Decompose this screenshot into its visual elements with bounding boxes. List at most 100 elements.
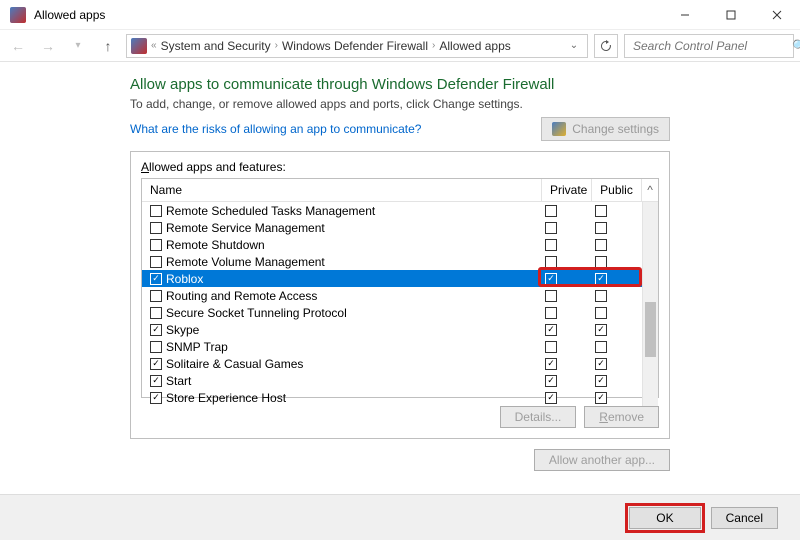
breadcrumb[interactable]: « System and Security › Windows Defender… xyxy=(126,34,588,58)
enable-checkbox[interactable] xyxy=(150,358,162,370)
column-name[interactable]: Name xyxy=(142,179,542,202)
public-checkbox[interactable] xyxy=(595,341,607,353)
app-name: Secure Socket Tunneling Protocol xyxy=(166,306,347,320)
app-name: Remote Volume Management xyxy=(166,255,325,269)
search-box[interactable]: 🔍 xyxy=(624,34,794,58)
enable-checkbox[interactable] xyxy=(150,307,162,319)
chevron-left-icon: « xyxy=(151,40,157,51)
enable-checkbox[interactable] xyxy=(150,290,162,302)
public-checkbox[interactable] xyxy=(595,273,607,285)
breadcrumb-segment[interactable]: Allowed apps xyxy=(439,39,510,53)
search-icon: 🔍 xyxy=(792,39,800,53)
enable-checkbox[interactable] xyxy=(150,273,162,285)
private-checkbox[interactable] xyxy=(545,256,557,268)
scroll-thumb[interactable] xyxy=(645,302,656,357)
public-checkbox[interactable] xyxy=(595,239,607,251)
breadcrumb-dropdown-icon[interactable]: ⌄ xyxy=(565,40,583,51)
public-checkbox[interactable] xyxy=(595,375,607,387)
minimize-button[interactable] xyxy=(662,0,708,30)
public-checkbox[interactable] xyxy=(595,205,607,217)
chevron-right-icon: › xyxy=(275,40,278,51)
details-button[interactable]: Details... xyxy=(500,406,577,428)
enable-checkbox[interactable] xyxy=(150,239,162,251)
table-row[interactable]: Solitaire & Casual Games xyxy=(142,355,642,372)
apps-table: Name Private Public ^ Remote Scheduled T… xyxy=(141,178,659,398)
public-checkbox[interactable] xyxy=(595,324,607,336)
cancel-button[interactable]: Cancel xyxy=(711,507,778,529)
private-checkbox[interactable] xyxy=(545,358,557,370)
allow-another-app-button[interactable]: Allow another app... xyxy=(534,449,670,471)
app-name: Routing and Remote Access xyxy=(166,289,317,303)
column-public[interactable]: Public xyxy=(592,179,642,202)
refresh-button[interactable] xyxy=(594,34,618,58)
private-checkbox[interactable] xyxy=(545,392,557,404)
table-row[interactable]: Routing and Remote Access xyxy=(142,287,642,304)
page-subtext: To add, change, or remove allowed apps a… xyxy=(130,97,670,111)
private-checkbox[interactable] xyxy=(545,375,557,387)
public-checkbox[interactable] xyxy=(595,256,607,268)
enable-checkbox[interactable] xyxy=(150,205,162,217)
column-private[interactable]: Private xyxy=(542,179,592,202)
app-name: Remote Shutdown xyxy=(166,238,265,252)
enable-checkbox[interactable] xyxy=(150,392,162,404)
recent-dropdown-icon[interactable]: ▾ xyxy=(66,34,90,58)
private-checkbox[interactable] xyxy=(545,205,557,217)
table-row[interactable]: Skype xyxy=(142,321,642,338)
table-row[interactable]: Remote Shutdown xyxy=(142,236,642,253)
breadcrumb-segment[interactable]: Windows Defender Firewall xyxy=(282,39,428,53)
scrollbar[interactable] xyxy=(642,202,658,406)
change-settings-label: Change settings xyxy=(572,122,659,136)
up-button[interactable]: ↑ xyxy=(96,34,120,58)
enable-checkbox[interactable] xyxy=(150,341,162,353)
private-checkbox[interactable] xyxy=(545,324,557,336)
app-name: Store Experience Host xyxy=(166,391,286,405)
enable-checkbox[interactable] xyxy=(150,324,162,336)
table-row[interactable]: SNMP Trap xyxy=(142,338,642,355)
enable-checkbox[interactable] xyxy=(150,256,162,268)
remove-button[interactable]: Remove xyxy=(584,406,659,428)
app-name: Start xyxy=(166,374,191,388)
change-settings-button[interactable]: Change settings xyxy=(541,117,670,141)
close-button[interactable] xyxy=(754,0,800,30)
chevron-right-icon: › xyxy=(432,40,435,51)
private-checkbox[interactable] xyxy=(545,273,557,285)
enable-checkbox[interactable] xyxy=(150,375,162,387)
enable-checkbox[interactable] xyxy=(150,222,162,234)
public-checkbox[interactable] xyxy=(595,358,607,370)
shield-icon xyxy=(552,122,566,136)
breadcrumb-segment[interactable]: System and Security xyxy=(161,39,271,53)
app-name: SNMP Trap xyxy=(166,340,228,354)
public-checkbox[interactable] xyxy=(595,222,607,234)
app-name: Remote Scheduled Tasks Management xyxy=(166,204,375,218)
back-button[interactable]: ← xyxy=(6,34,30,58)
search-input[interactable] xyxy=(631,38,792,54)
forward-button[interactable]: → xyxy=(36,34,60,58)
risks-link[interactable]: What are the risks of allowing an app to… xyxy=(130,122,421,136)
table-row[interactable]: Roblox xyxy=(142,270,642,287)
table-row[interactable]: Secure Socket Tunneling Protocol xyxy=(142,304,642,321)
maximize-button[interactable] xyxy=(708,0,754,30)
window-controls xyxy=(662,0,800,30)
private-checkbox[interactable] xyxy=(545,341,557,353)
private-checkbox[interactable] xyxy=(545,239,557,251)
app-name: Solitaire & Casual Games xyxy=(166,357,303,371)
ok-button[interactable]: OK xyxy=(629,507,700,529)
table-row[interactable]: Start xyxy=(142,372,642,389)
table-header: Name Private Public ^ xyxy=(142,179,658,202)
titlebar: Allowed apps xyxy=(0,0,800,30)
private-checkbox[interactable] xyxy=(545,307,557,319)
window-title: Allowed apps xyxy=(34,8,662,22)
table-row[interactable]: Remote Volume Management xyxy=(142,253,642,270)
breadcrumb-icon xyxy=(131,38,147,54)
public-checkbox[interactable] xyxy=(595,307,607,319)
panel-title: Allowed apps and features: xyxy=(141,160,659,174)
public-checkbox[interactable] xyxy=(595,392,607,404)
table-row[interactable]: Remote Scheduled Tasks Management xyxy=(142,202,642,219)
private-checkbox[interactable] xyxy=(545,222,557,234)
table-row[interactable]: Store Experience Host xyxy=(142,389,642,406)
private-checkbox[interactable] xyxy=(545,290,557,302)
scroll-up-icon[interactable]: ^ xyxy=(642,179,658,202)
table-row[interactable]: Remote Service Management xyxy=(142,219,642,236)
public-checkbox[interactable] xyxy=(595,290,607,302)
dialog-footer: OK Cancel xyxy=(0,494,800,540)
